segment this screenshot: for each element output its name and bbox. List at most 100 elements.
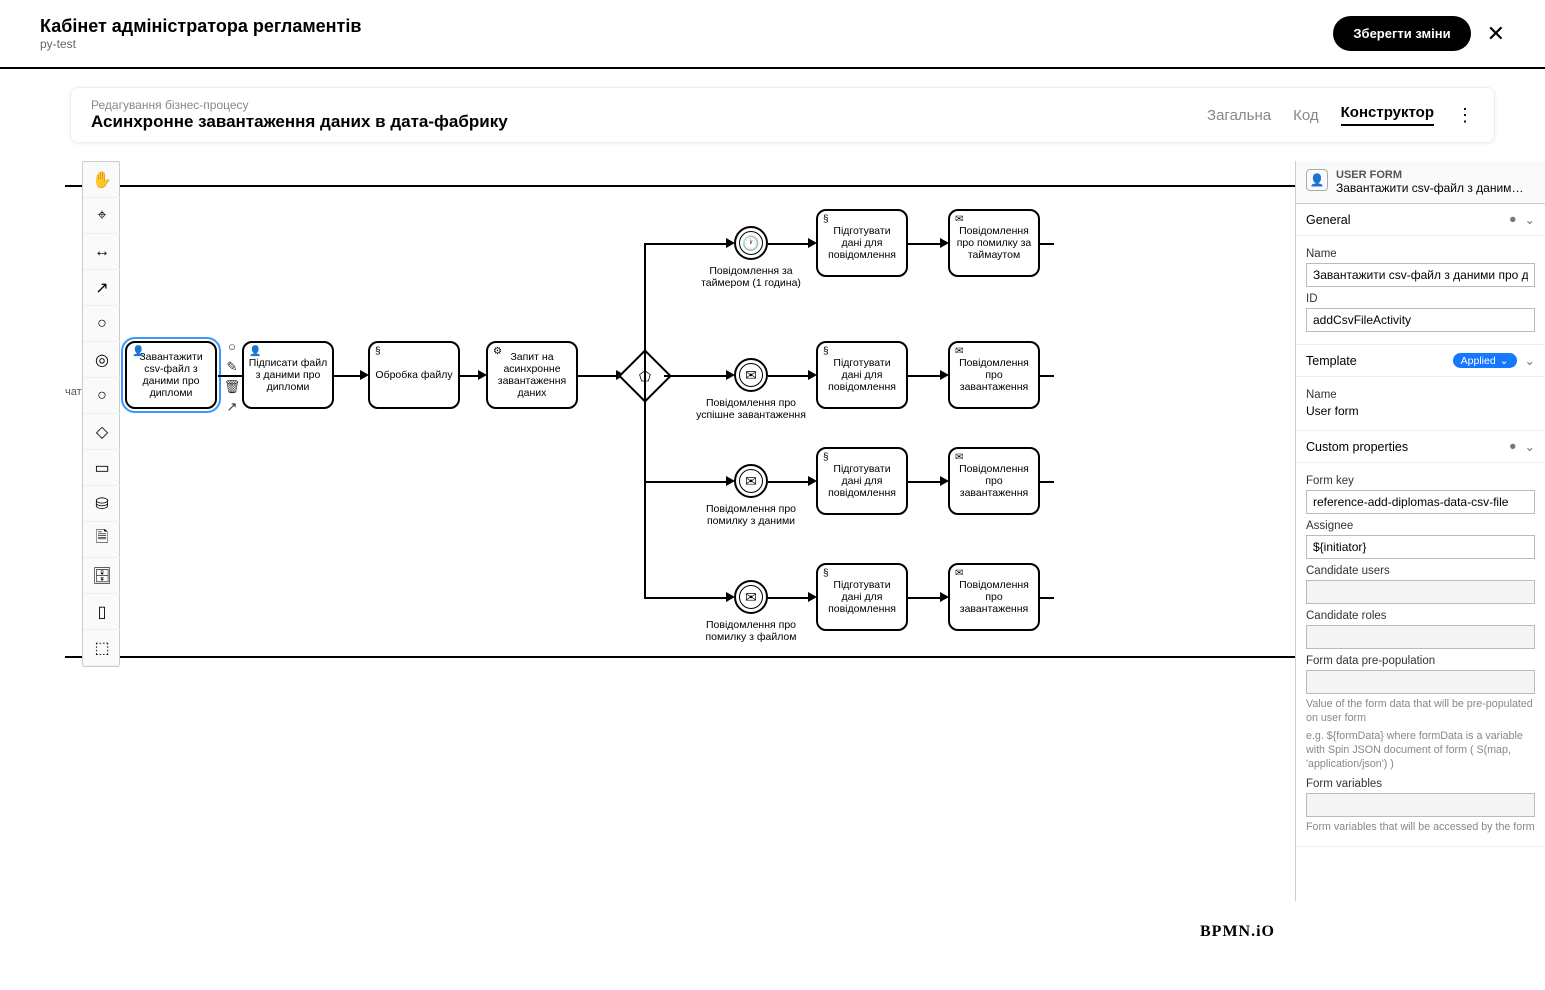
- props-header-type: USER FORM: [1336, 169, 1526, 181]
- message-event-data-error[interactable]: ✉: [734, 464, 768, 498]
- app-title: Кабінет адміністратора регламентів: [40, 16, 361, 37]
- formvars-input[interactable]: [1306, 793, 1535, 817]
- script-icon: §: [823, 346, 829, 358]
- candidate-users-input[interactable]: [1306, 580, 1535, 604]
- timer-event-label: Повідомлення за таймером (1 година): [696, 265, 806, 289]
- ctx-delete-icon[interactable]: 🗑: [222, 379, 242, 395]
- tab-general[interactable]: Загальна: [1207, 107, 1271, 124]
- tab-constructor[interactable]: Конструктор: [1341, 104, 1434, 126]
- id-label: ID: [1306, 293, 1535, 305]
- assignee-label: Assignee: [1306, 520, 1535, 532]
- template-name-label: Name: [1306, 389, 1535, 401]
- mail-icon: ✉: [955, 568, 963, 580]
- candidate-roles-input[interactable]: [1306, 625, 1535, 649]
- intermediate-event-icon[interactable]: ◎: [83, 342, 121, 378]
- script-icon: §: [823, 214, 829, 226]
- close-button[interactable]: ✕: [1487, 21, 1505, 47]
- clock-icon: 🕐: [742, 235, 759, 252]
- tab-code[interactable]: Код: [1293, 107, 1319, 124]
- end-event-icon[interactable]: ○: [83, 378, 121, 414]
- task-icon[interactable]: ▭: [83, 450, 121, 486]
- database-icon[interactable]: 🗄: [83, 558, 121, 594]
- dot-icon: ●: [1509, 212, 1517, 227]
- script-icon: §: [823, 568, 829, 580]
- name-label: Name: [1306, 248, 1535, 260]
- envelope-icon: ✉: [745, 473, 757, 490]
- hand-tool-icon[interactable]: ✋: [83, 162, 121, 198]
- chevron-down-icon[interactable]: ⌄: [1525, 439, 1535, 454]
- section-general-header[interactable]: General ●⌄: [1296, 204, 1545, 236]
- process-title: Асинхронне завантаження даних в дата-фаб…: [91, 112, 508, 132]
- formvars-label: Form variables: [1306, 778, 1535, 790]
- task-prep-r1[interactable]: §Підготувати дані для повідомлення: [816, 209, 908, 277]
- gear-icon: ⚙: [493, 346, 502, 358]
- mail-icon: ✉: [955, 346, 963, 358]
- connect-tool-icon[interactable]: ↗: [83, 270, 121, 306]
- section-custom-header[interactable]: Custom properties ●⌄: [1296, 431, 1545, 463]
- mail-icon: ✉: [955, 452, 963, 464]
- task-msg-r3[interactable]: ✉Повідомлення про завантаження: [948, 447, 1040, 515]
- props-header-name: Завантажити csv-файл з даними пр...: [1336, 181, 1526, 195]
- task-prep-r2[interactable]: §Підготувати дані для повідомлення: [816, 341, 908, 409]
- ctx-annotation-icon[interactable]: ✎: [222, 359, 242, 375]
- envelope-icon: ✉: [745, 367, 757, 384]
- data-store-icon[interactable]: ⛁: [83, 486, 121, 522]
- task-prep-r3[interactable]: §Підготувати дані для повідомлення: [816, 447, 908, 515]
- chevron-down-icon[interactable]: ⌄: [1525, 353, 1535, 368]
- task-process-file[interactable]: § Обробка файлу: [368, 341, 460, 409]
- candidate-users-label: Candidate users: [1306, 565, 1535, 577]
- save-button[interactable]: Зберегти зміни: [1333, 16, 1470, 51]
- template-applied-badge[interactable]: Applied ⌄: [1453, 353, 1517, 368]
- pool-icon[interactable]: ▯: [83, 594, 121, 630]
- formkey-label: Form key: [1306, 475, 1535, 487]
- section-template-header[interactable]: Template Applied ⌄ ⌄: [1296, 345, 1545, 377]
- mail-icon: ✉: [955, 214, 963, 226]
- more-menu-icon[interactable]: ⋮: [1456, 105, 1474, 126]
- ctx-connect-icon[interactable]: ↗: [222, 399, 242, 415]
- message-event-success-label: Повідомлення про успішне завантаження: [696, 397, 806, 421]
- task-async-request[interactable]: ⚙ Запит на асинхронне завантаження даних: [486, 341, 578, 409]
- script-icon: §: [823, 452, 829, 464]
- space-tool-icon[interactable]: ↔: [83, 234, 121, 270]
- data-object-icon[interactable]: 🗎: [83, 522, 121, 558]
- name-input[interactable]: [1306, 263, 1535, 287]
- user-form-icon: 👤: [1306, 169, 1328, 191]
- formkey-input[interactable]: [1306, 490, 1535, 514]
- prepop-hint2: e.g. ${formData} where formData is a var…: [1306, 730, 1535, 772]
- template-name-value: User form: [1306, 404, 1535, 418]
- start-event-icon[interactable]: ○: [83, 306, 121, 342]
- prepop-hint1: Value of the form data that will be pre-…: [1306, 698, 1535, 726]
- message-event-success[interactable]: ✉: [734, 358, 768, 392]
- task-msg-r2[interactable]: ✉Повідомлення про завантаження: [948, 341, 1040, 409]
- prepop-input[interactable]: [1306, 670, 1535, 694]
- candidate-roles-label: Candidate roles: [1306, 610, 1535, 622]
- tool-palette: ✋ ⌖ ↔ ↗ ○ ◎ ○ ◇ ▭ ⛁ 🗎 🗄 ▯ ⬚: [82, 161, 120, 667]
- ctx-end-event-icon[interactable]: ○: [222, 339, 242, 355]
- message-event-data-error-label: Повідомлення про помилку з даними: [696, 503, 806, 527]
- lasso-tool-icon[interactable]: ⌖: [83, 198, 121, 234]
- message-event-file-error-label: Повідомлення про помилку з файлом: [696, 619, 806, 643]
- task-msg-r1[interactable]: ✉Повідомлення про помилку за таймаутом: [948, 209, 1040, 277]
- task-prep-r4[interactable]: §Підготувати дані для повідомлення: [816, 563, 908, 631]
- envelope-icon: ✉: [745, 589, 757, 606]
- dot-icon: ●: [1509, 439, 1517, 454]
- script-icon: §: [375, 346, 381, 358]
- prepop-label: Form data pre-population: [1306, 655, 1535, 667]
- timer-event[interactable]: 🕐: [734, 226, 768, 260]
- assignee-input[interactable]: [1306, 535, 1535, 559]
- gateway-icon[interactable]: ◇: [83, 414, 121, 450]
- app-subtitle: py-test: [40, 37, 361, 51]
- user-icon: 👤: [132, 346, 144, 358]
- task-sign-file[interactable]: 👤 Підписати файл з даними про дипломи: [242, 341, 334, 409]
- message-event-file-error[interactable]: ✉: [734, 580, 768, 614]
- chevron-down-icon[interactable]: ⌄: [1525, 212, 1535, 227]
- task-msg-r4[interactable]: ✉Повідомлення про завантаження: [948, 563, 1040, 631]
- bpmn-io-brand: BPMN.iO: [1200, 923, 1275, 941]
- properties-panel: 👤 USER FORM Завантажити csv-файл з даним…: [1295, 161, 1545, 901]
- breadcrumb: Редагування бізнес-процесу: [91, 98, 508, 112]
- group-icon[interactable]: ⬚: [83, 630, 121, 666]
- user-icon: 👤: [249, 346, 261, 358]
- id-input[interactable]: [1306, 308, 1535, 332]
- formvars-hint: Form variables that will be accessed by …: [1306, 821, 1535, 835]
- task-load-csv[interactable]: 👤 Завантажити csv-файл з даними про дипл…: [125, 341, 217, 409]
